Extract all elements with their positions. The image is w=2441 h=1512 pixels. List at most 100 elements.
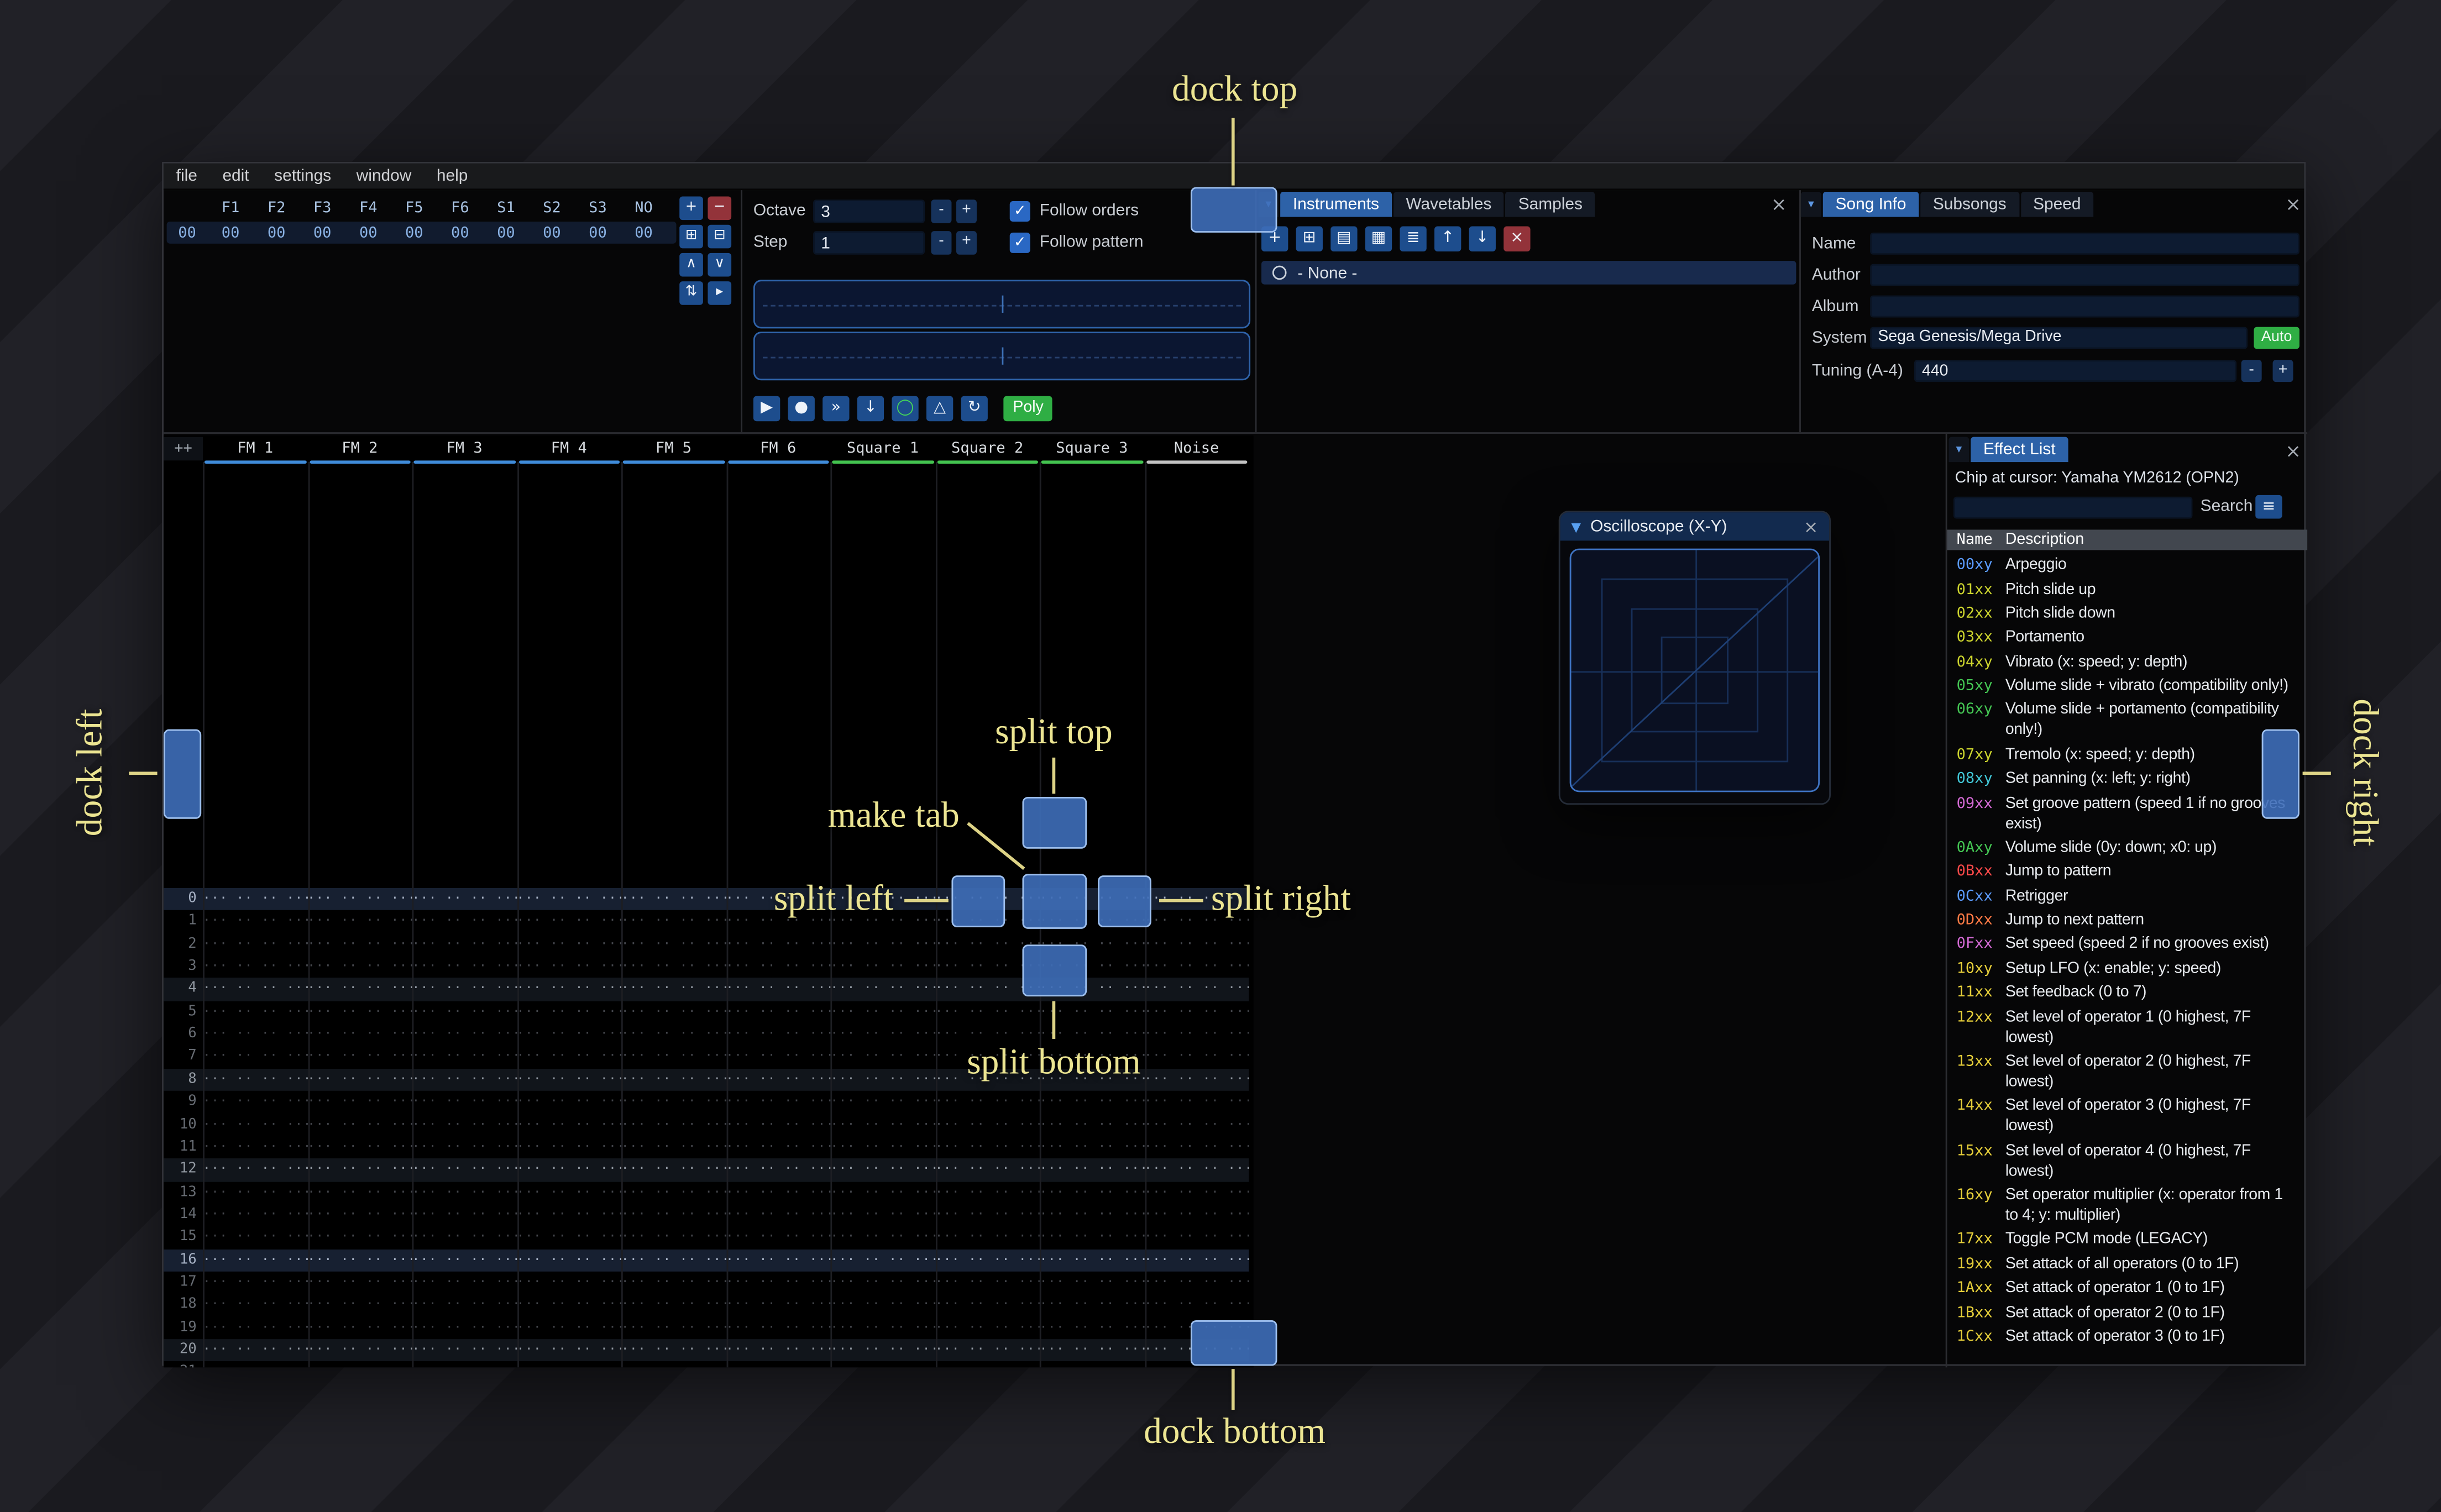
pattern-cell[interactable]: ··· ·· ·· ···· [203, 1136, 307, 1159]
pattern-cell[interactable]: ··· ·· ·· ···· [1040, 1249, 1144, 1272]
pattern-cell[interactable]: ··· ·· ·· ···· [830, 956, 935, 978]
pattern-cell[interactable]: ··· ·· ·· ···· [830, 933, 935, 956]
effect-row[interactable]: 16xy Set operator multiplier (x: operator… [1947, 1183, 2308, 1228]
pattern-cell[interactable]: ··· ·· ·· ···· [621, 1226, 726, 1249]
pattern-cell[interactable]: ··· ·· ·· ···· [412, 1023, 516, 1046]
pattern-cell[interactable]: ··· ·· ·· ···· [307, 1204, 412, 1226]
pattern-cell[interactable]: ··· ·· ·· ···· [830, 1001, 935, 1023]
toggle-folders-button[interactable]: ≣ [1400, 226, 1427, 252]
pattern-cell[interactable]: ··· ·· ·· ···· [517, 1181, 621, 1204]
pattern-cell[interactable]: ··· ·· ·· ···· [830, 1181, 935, 1204]
repeat-pattern-button[interactable]: ↻ [961, 396, 988, 422]
pattern-cell[interactable]: ··· ·· ·· ···· [935, 1114, 1040, 1136]
pattern-cell[interactable]: ··· ·· ·· ···· [726, 933, 830, 956]
channel-header-square-3[interactable]: Square 3 [1040, 437, 1144, 464]
pattern-cell[interactable]: ··· ·· ·· ···· [726, 978, 830, 1001]
change-all-orders-button[interactable]: ⇅ [679, 281, 703, 305]
pattern-cell[interactable]: ··· ·· ·· ···· [203, 911, 307, 933]
poly-button[interactable]: Poly [1003, 396, 1053, 422]
step-input[interactable] [813, 231, 925, 255]
channel-header-fm-5[interactable]: FM 5 [621, 437, 726, 464]
pattern-cell[interactable]: ··· ·· ·· ···· [830, 1272, 935, 1294]
pattern-cell[interactable]: ··· ·· ·· ···· [203, 956, 307, 978]
menu-file[interactable]: file [164, 166, 210, 185]
effect-row[interactable]: 07xy Tremolo (x: speed; y: depth) [1947, 743, 2308, 767]
pattern-cell[interactable]: ··· ·· ·· ···· [621, 1204, 726, 1226]
octave-input[interactable] [813, 200, 925, 223]
pattern-cell[interactable]: ··· ·· ·· ···· [517, 978, 621, 1001]
pattern-cell[interactable]: ··· ·· ·· ···· [1144, 1159, 1249, 1182]
pattern-cell[interactable]: ··· ·· ·· ···· [307, 1249, 412, 1272]
make-tab-target[interactable] [1022, 874, 1087, 929]
split-top-target[interactable] [1022, 796, 1087, 849]
pattern-cell[interactable]: ··· ·· ·· ···· [621, 1249, 726, 1272]
pattern-cell[interactable]: ··· ·· ·· ···· [830, 1339, 935, 1362]
pattern-cell[interactable]: ··· ·· ·· ···· [203, 933, 307, 956]
orders-cell-f4[interactable]: 00 [345, 224, 391, 241]
pattern-cell[interactable]: ··· ·· ·· ···· [1040, 1204, 1144, 1226]
pattern-cell[interactable]: ··· ·· ·· ···· [307, 1136, 412, 1159]
tuning-input[interactable] [1914, 360, 2237, 382]
effect-row[interactable]: 0Bxx Jump to pattern [1947, 860, 2308, 884]
pattern-cell[interactable]: ··· ·· ·· ···· [621, 1091, 726, 1114]
pattern-cell[interactable]: ··· ·· ·· ···· [1144, 956, 1249, 978]
pattern-cell[interactable]: ··· ·· ·· ···· [830, 1362, 935, 1368]
tab-speed[interactable]: Speed [2020, 191, 2094, 217]
pattern-cell[interactable]: ··· ·· ·· ···· [1040, 1181, 1144, 1204]
pattern-cell[interactable]: ··· ·· ·· ···· [1040, 1091, 1144, 1114]
effect-row[interactable]: 10xy Setup LFO (x: enable; y: speed) [1947, 957, 2308, 981]
pattern-cell[interactable]: ··· ·· ·· ···· [1144, 978, 1249, 1001]
oscilloscope-title-bar[interactable]: ▼ Oscilloscope (X-Y) × [1560, 512, 1830, 541]
stop-button[interactable]: ● [788, 396, 815, 422]
pattern-cell[interactable]: ··· ·· ·· ···· [517, 1159, 621, 1182]
pattern-cell[interactable]: ··· ·· ·· ···· [307, 1068, 412, 1091]
pattern-cell[interactable]: ··· ·· ·· ···· [1144, 1226, 1249, 1249]
duplicate-instrument-button[interactable]: ⊞ [1296, 226, 1323, 252]
pattern-cell[interactable]: ··· ·· ·· ···· [935, 1272, 1040, 1294]
step-increase-button[interactable]: + [956, 231, 977, 255]
pattern-cell[interactable]: ··· ·· ·· ···· [935, 1001, 1040, 1023]
collapse-icon[interactable]: ▼ [1572, 519, 1581, 534]
pattern-cell[interactable]: ··· ·· ·· ···· [935, 1316, 1040, 1339]
pattern-cell[interactable]: ··· ·· ·· ···· [517, 1023, 621, 1046]
channel-header-fm-2[interactable]: FM 2 [307, 437, 412, 464]
pattern-cell[interactable]: ··· ·· ·· ···· [517, 1294, 621, 1317]
pattern-cell[interactable]: ··· ·· ·· ···· [203, 1114, 307, 1136]
pattern-cell[interactable]: ··· ·· ·· ···· [203, 1339, 307, 1362]
orders-cell-f6[interactable]: 00 [437, 224, 483, 241]
pattern-cell[interactable]: ··· ·· ·· ···· [307, 1339, 412, 1362]
channel-header-fm-4[interactable]: FM 4 [517, 437, 621, 464]
pattern-cell[interactable]: ··· ·· ·· ···· [621, 933, 726, 956]
pattern-cell[interactable]: ··· ·· ·· ···· [935, 1362, 1040, 1368]
pattern-cell[interactable]: ··· ·· ·· ···· [307, 1114, 412, 1136]
pattern-cell[interactable]: ··· ·· ·· ···· [412, 1204, 516, 1226]
pattern-cell[interactable]: ··· ·· ·· ···· [517, 1114, 621, 1136]
pattern-cell[interactable]: ··· ·· ·· ···· [621, 1339, 726, 1362]
pattern-cell[interactable]: ··· ·· ·· ···· [203, 1023, 307, 1046]
pattern-cell[interactable]: ··· ·· ·· ···· [726, 1136, 830, 1159]
pattern-cell[interactable]: ··· ·· ·· ···· [621, 1316, 726, 1339]
pattern-cell[interactable]: ··· ·· ·· ···· [307, 1316, 412, 1339]
pattern-cell[interactable]: ··· ·· ·· ···· [1144, 1001, 1249, 1023]
move-order-up-button[interactable]: ∧ [679, 253, 703, 277]
pattern-cell[interactable]: ··· ·· ·· ···· [1040, 1294, 1144, 1317]
pattern-cell[interactable]: ··· ·· ·· ···· [726, 1272, 830, 1294]
pattern-cell[interactable]: ··· ·· ·· ···· [412, 978, 516, 1001]
menu-edit[interactable]: edit [210, 166, 262, 185]
pattern-cell[interactable]: ··· ·· ·· ···· [830, 1204, 935, 1226]
pattern-cell[interactable]: ··· ·· ·· ···· [203, 1226, 307, 1249]
pattern-cell[interactable]: ··· ·· ·· ···· [203, 888, 307, 911]
pattern-cell[interactable]: ··· ·· ·· ···· [203, 1091, 307, 1114]
pattern-cell[interactable]: ··· ·· ·· ···· [726, 1362, 830, 1368]
move-instrument-down-button[interactable]: ↓ [1469, 226, 1496, 252]
pattern-cell[interactable]: ··· ·· ·· ···· [621, 1114, 726, 1136]
pattern-cell[interactable]: ··· ·· ·· ···· [307, 1091, 412, 1114]
effect-row[interactable]: 04xy Vibrato (x: speed; y: depth) [1947, 650, 2308, 674]
tab-song-info[interactable]: Song Info [1822, 191, 1919, 217]
effect-row[interactable]: 02xx Pitch slide down [1947, 602, 2308, 626]
pattern-cell[interactable]: ··· ·· ·· ···· [726, 956, 830, 978]
pattern-cell[interactable]: ··· ·· ·· ···· [203, 978, 307, 1001]
follow-pattern-checkbox[interactable]: ✓ [1009, 232, 1030, 253]
song-close-icon[interactable]: × [2285, 193, 2301, 216]
pattern-cell[interactable]: ··· ·· ·· ···· [412, 1046, 516, 1069]
